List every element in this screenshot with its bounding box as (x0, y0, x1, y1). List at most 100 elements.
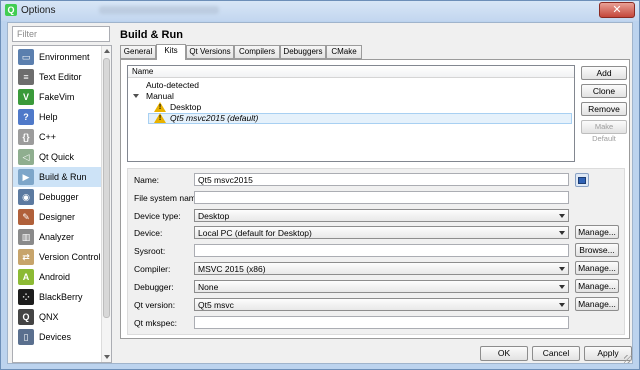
device-type-value: Desktop (198, 211, 230, 221)
sidebar-item-build-run[interactable]: ▶ Build & Run (13, 167, 101, 187)
sidebar-item-cpp[interactable]: {} C++ (13, 127, 101, 147)
scroll-down-icon[interactable] (104, 355, 110, 359)
filter-input[interactable]: Filter (12, 26, 110, 42)
sidebar-item-monitor[interactable]: ▭ Environment (13, 47, 101, 67)
tree-kit-desktop[interactable]: Desktop (170, 102, 201, 113)
sidebar-item-fakevim[interactable]: V FakeVim (13, 87, 101, 107)
options-window: Q Options ✕ Filter ▭ Environment ≡ Text Edi… (0, 0, 640, 370)
sidebar-item-label: Text Editor (39, 72, 82, 82)
devices-icon: ▯ (18, 329, 34, 345)
tree-auto-detected[interactable]: Auto-detected (146, 80, 199, 91)
manage-debuggers-button[interactable]: Manage... (575, 279, 619, 293)
tab-compilers[interactable]: Compilers (234, 45, 280, 59)
add-button[interactable]: Add (581, 66, 627, 80)
device-icon (578, 177, 586, 184)
monitor-icon: ▭ (18, 49, 34, 65)
sidebar-item-label: Version Control (39, 252, 101, 262)
resize-grip[interactable] (624, 355, 632, 363)
build-run-icon: ▶ (18, 169, 34, 185)
text-editor-icon: ≡ (18, 69, 34, 85)
kits-tree[interactable]: Name Auto-detected Manual ! Desktop ! Qt… (127, 65, 575, 162)
sidebar-item-analyzer[interactable]: ▥ Analyzer (13, 227, 101, 247)
sidebar-item-qnx[interactable]: Q QNX (13, 307, 101, 327)
tree-manual[interactable]: Manual (146, 91, 174, 102)
name-input[interactable]: Qt5 msvc2015 (194, 173, 569, 186)
sidebar-item-help[interactable]: ? Help (13, 107, 101, 127)
title-bar[interactable]: Q Options ✕ (1, 1, 639, 21)
sidebar-item-label: FakeVim (39, 92, 75, 102)
sidebar-item-qt-quick[interactable]: ◁ Qt Quick (13, 147, 101, 167)
category-list[interactable]: ▭ Environment ≡ Text Editor V FakeVim? Help {} C… (12, 45, 112, 363)
sidebar-item-label: C++ (39, 132, 57, 142)
browse-sysroot-button[interactable]: Browse... (575, 243, 619, 257)
manage-qt-versions-button[interactable]: Manage... (575, 297, 619, 311)
sidebar-item-blackberry[interactable]: ⁘ BlackBerry (13, 287, 101, 307)
sidebar-item-label: Debugger (39, 192, 79, 202)
sidebar-item-label: Analyzer (39, 232, 75, 242)
window-title: Options (21, 5, 56, 16)
qt-mkspec-input[interactable] (194, 316, 569, 329)
cpp-icon: {} (18, 129, 34, 145)
designer-icon: ✎ (18, 209, 34, 225)
sidebar-item-label: Environment (39, 52, 90, 62)
sidebar-item-text-editor[interactable]: ≡ Text Editor (13, 67, 101, 87)
tab-general[interactable]: General (120, 45, 156, 59)
qnx-icon: Q (18, 309, 34, 325)
warning-mark-icon: ! (158, 104, 162, 111)
qt-creator-app-icon: Q (5, 4, 17, 16)
qt-version-label: Qt version: (134, 300, 176, 310)
file-system-name-input[interactable] (194, 191, 569, 204)
manage-compilers-button[interactable]: Manage... (575, 261, 619, 275)
expand-manual-icon[interactable] (133, 94, 139, 98)
tree-kit-qt5-msvc2015[interactable]: Qt5 msvc2015 (default) (170, 113, 258, 124)
dropdown-arrow-icon (559, 303, 565, 307)
manage-devices-button[interactable]: Manage... (575, 225, 619, 239)
sidebar-item-label: Qt Quick (39, 152, 75, 162)
sidebar-item-designer[interactable]: ✎ Designer (13, 207, 101, 227)
version-control-icon: ⇄ (18, 249, 34, 265)
sidebar-item-label: Android (39, 272, 71, 282)
qt-version-value: Qt5 msvc (198, 300, 234, 310)
debugger-combo[interactable]: None (194, 280, 569, 293)
device-type-combo[interactable]: Desktop (194, 209, 569, 222)
sidebar-item-label: BlackBerry (39, 292, 83, 302)
debugger-value: None (198, 282, 219, 292)
compiler-value: MSVC 2015 (x86) (198, 264, 266, 274)
tab-kits[interactable]: Kits (156, 44, 186, 60)
cancel-button[interactable]: Cancel (532, 346, 580, 361)
sysroot-input[interactable] (194, 244, 569, 257)
sidebar-item-devices[interactable]: ▯ Devices (13, 327, 101, 347)
dropdown-arrow-icon (559, 231, 565, 235)
category-scrollbar[interactable] (101, 46, 111, 362)
tab-debuggers[interactable]: Debuggers (280, 45, 326, 59)
dropdown-arrow-icon (559, 214, 565, 218)
qt-version-combo[interactable]: Qt5 msvc (194, 298, 569, 311)
scroll-up-icon[interactable] (104, 49, 110, 53)
help-icon: ? (18, 109, 34, 125)
debugger-label: Debugger: (134, 282, 174, 292)
make-default-button[interactable]: Make Default (581, 120, 627, 143)
sidebar-item-version-control[interactable]: ⇄ Version Control (13, 247, 101, 267)
compiler-combo[interactable]: MSVC 2015 (x86) (194, 262, 569, 275)
dialog-body: Filter ▭ Environment ≡ Text Editor V FakeVim?… (7, 22, 633, 364)
sidebar-item-debugger[interactable]: ◉ Debugger (13, 187, 101, 207)
tree-header-name[interactable]: Name (128, 66, 574, 78)
tab-qt-versions[interactable]: Qt Versions (186, 45, 234, 59)
sidebar-item-label: Build & Run (39, 172, 87, 182)
sidebar-item-android[interactable]: A Android (13, 267, 101, 287)
scrollbar-thumb[interactable] (103, 58, 110, 318)
file-system-name-label: File system name: (134, 193, 203, 203)
fakevim-icon: V (18, 89, 34, 105)
device-combo[interactable]: Local PC (default for Desktop) (194, 226, 569, 239)
analyzer-icon: ▥ (18, 229, 34, 245)
sidebar-item-label: Help (39, 112, 58, 122)
ok-button[interactable]: OK (480, 346, 528, 361)
remove-button[interactable]: Remove (581, 102, 627, 116)
kit-icon-button[interactable] (575, 173, 589, 187)
android-icon: A (18, 269, 34, 285)
sysroot-label: Sysroot: (134, 246, 166, 256)
close-window-button[interactable]: ✕ (599, 2, 635, 18)
clone-button[interactable]: Clone (581, 84, 627, 98)
device-value: Local PC (default for Desktop) (198, 228, 312, 238)
tab-cmake[interactable]: CMake (326, 45, 362, 59)
